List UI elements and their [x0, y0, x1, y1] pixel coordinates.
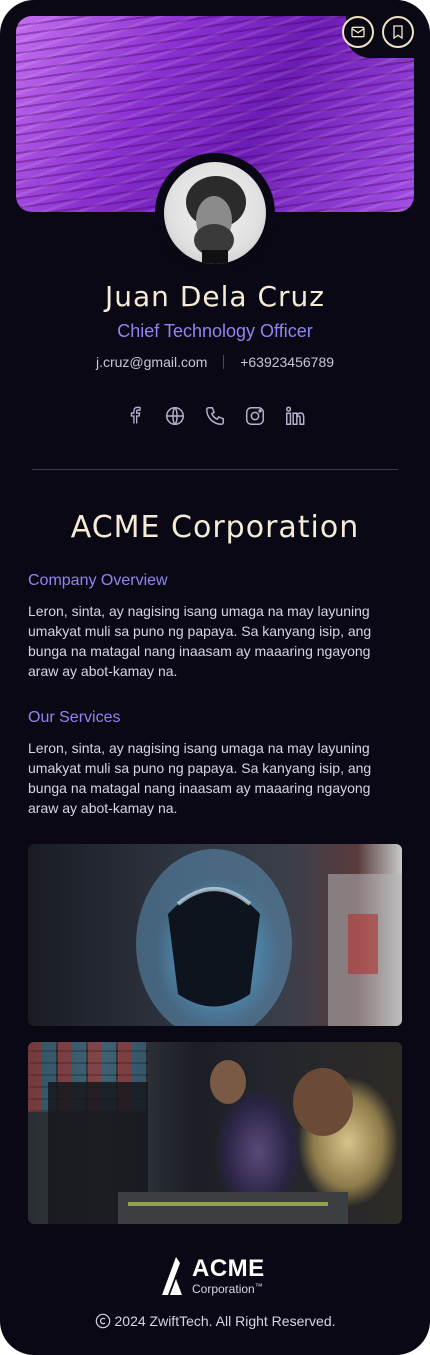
- website-link[interactable]: [163, 404, 187, 428]
- globe-icon: [166, 407, 184, 425]
- contact-line: j.cruz@gmail.com +63923456789: [0, 354, 430, 370]
- copyright-line: 2024 ZwiftTech. All Right Reserved.: [0, 1313, 430, 1329]
- avatar: [164, 162, 266, 264]
- linkedin-link[interactable]: [283, 404, 307, 428]
- services-text: Leron, sinta, ay nagising isang umaga na…: [28, 740, 372, 816]
- logo-sub-word: Corporation: [192, 1282, 255, 1296]
- divider: [32, 469, 398, 470]
- email-link[interactable]: j.cruz@gmail.com: [96, 354, 207, 370]
- profile-name: Juan Dela Cruz: [105, 280, 325, 313]
- company-name: ACME Corporation: [70, 510, 360, 545]
- logo-sub-text: Corporation™: [192, 1282, 263, 1296]
- linkedin-icon: [286, 406, 305, 425]
- instagram-link[interactable]: [243, 404, 267, 428]
- email-button[interactable]: [342, 16, 374, 48]
- logo-tm: ™: [254, 1282, 263, 1291]
- phone-icon: [206, 407, 224, 425]
- acme-mark-icon: [162, 1257, 182, 1295]
- phone-call-link[interactable]: [203, 404, 227, 428]
- mail-icon: [351, 26, 365, 38]
- profile-title: Chief Technology Officer: [117, 321, 313, 341]
- contact-separator: [223, 355, 225, 369]
- bookmark-button[interactable]: [382, 16, 414, 48]
- facebook-link[interactable]: [123, 404, 147, 428]
- overview-heading: Company Overview: [28, 572, 168, 589]
- phone-link[interactable]: +63923456789: [240, 354, 334, 370]
- bookmark-icon: [393, 25, 403, 40]
- facebook-icon: [130, 406, 141, 424]
- services-heading: Our Services: [28, 709, 121, 726]
- copyright-icon: [95, 1313, 110, 1329]
- overview-text: Leron, sinta, ay nagising isang umaga na…: [28, 603, 372, 679]
- copyright-text: 2024 ZwiftTech. All Right Reserved.: [114, 1313, 336, 1329]
- acme-logo: ACME Corporation™: [160, 1255, 270, 1297]
- business-card: Juan Dela Cruz Chief Technology Officer …: [0, 0, 430, 1355]
- logo-main-text: ACME: [192, 1255, 265, 1282]
- studio-image: [28, 1042, 402, 1224]
- social-links: [0, 404, 430, 428]
- robot-image: [28, 844, 402, 1026]
- instagram-icon: [246, 407, 264, 425]
